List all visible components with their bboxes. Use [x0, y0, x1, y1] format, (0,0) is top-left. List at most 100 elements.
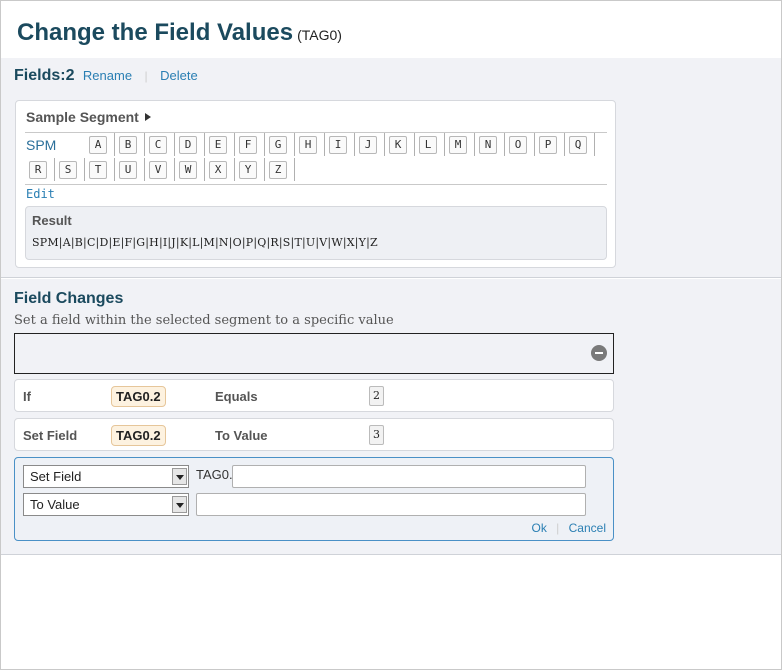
- segment-field-value: P: [539, 136, 557, 154]
- segment-field-key[interactable]: U: [115, 158, 145, 181]
- segment-field-value: V: [149, 161, 167, 179]
- cancel-button[interactable]: Cancel: [569, 521, 606, 535]
- fields-header: Fields:2 Rename | Delete: [14, 67, 198, 85]
- divider: |: [556, 521, 560, 535]
- condition-value: 2: [369, 386, 384, 406]
- caret-right-icon: [144, 113, 151, 121]
- segment-field-key[interactable]: X: [205, 158, 235, 181]
- sample-segment-title: Sample Segment: [26, 109, 139, 125]
- segment-field-key[interactable]: Q: [565, 133, 595, 156]
- segment-field-key[interactable]: H: [295, 133, 325, 156]
- delete-link[interactable]: Delete: [160, 68, 198, 83]
- segment-field-value: U: [119, 161, 137, 179]
- sample-segment-toggle[interactable]: Sample Segment: [26, 109, 151, 125]
- segment-field-key[interactable]: W: [175, 158, 205, 181]
- segment-field-key[interactable]: V: [145, 158, 175, 181]
- result-value: SPM|A|B|C|D|E|F|G|H|I|J|K|L|M|N|O|P|Q|R|…: [32, 236, 378, 249]
- segment-field-key[interactable]: E: [205, 133, 235, 156]
- field-change-editor: Set Field TAG0. To Value Ok | Cancel: [14, 457, 614, 541]
- segment-field-key[interactable]: N: [475, 133, 505, 156]
- segment-field-value: F: [239, 136, 257, 154]
- field-action-select[interactable]: Set Field: [23, 465, 189, 488]
- segment-field-value: R: [29, 161, 47, 179]
- value-input[interactable]: [196, 493, 586, 516]
- field-number-input[interactable]: [232, 465, 586, 488]
- segment-field-key[interactable]: I: [325, 133, 355, 156]
- value-action-select[interactable]: To Value: [23, 493, 189, 516]
- remove-circle-icon[interactable]: [591, 345, 607, 361]
- tag-prefix: TAG0.: [196, 467, 233, 482]
- segment-field-value: S: [59, 161, 77, 179]
- segment-field-key[interactable]: L: [415, 133, 445, 156]
- segment-field-value: H: [299, 136, 317, 154]
- segment-field-value: M: [449, 136, 467, 154]
- fields-count: Fields:2: [14, 67, 75, 84]
- segment-field-key[interactable]: Y: [235, 158, 265, 181]
- segment-field-value: E: [209, 136, 227, 154]
- segment-field-value: N: [479, 136, 497, 154]
- segment-id: SPM: [26, 137, 57, 153]
- field-tag: TAG0.2: [111, 386, 166, 407]
- segment-field-value: C: [149, 136, 167, 154]
- chevron-down-icon[interactable]: [172, 468, 187, 485]
- segment-field-value: Y: [239, 161, 257, 179]
- segment-field-key[interactable]: R: [25, 158, 55, 181]
- segment-field-value: Z: [269, 161, 287, 179]
- segment-field-key[interactable]: B: [115, 133, 145, 156]
- editor-actions: Ok | Cancel: [531, 521, 606, 535]
- result-box: Result SPM|A|B|C|D|E|F|G|H|I|J|K|L|M|N|O…: [25, 206, 607, 260]
- page-subtitle: (TAG0): [297, 27, 342, 43]
- segment-field-key[interactable]: K: [385, 133, 415, 156]
- segment-field-value: B: [119, 136, 137, 154]
- field-action-selected: Set Field: [30, 469, 82, 484]
- segment-field-key[interactable]: G: [265, 133, 295, 156]
- segment-field-value: Q: [569, 136, 587, 154]
- field-changes-title: Field Changes: [14, 290, 124, 307]
- condition-row-set-field[interactable]: Set Field TAG0.2 To Value 3: [14, 418, 614, 451]
- title-bar: Change the Field Values (TAG0): [1, 1, 781, 58]
- operator-label: Equals: [215, 389, 258, 404]
- segment-field-key[interactable]: P: [535, 133, 565, 156]
- segment-field-key[interactable]: J: [355, 133, 385, 156]
- segment-field-value: I: [329, 136, 347, 154]
- segment-field-key[interactable]: D: [175, 133, 205, 156]
- segment-field-key[interactable]: M: [445, 133, 475, 156]
- segment-field-value: J: [359, 136, 377, 154]
- segment-field-value: G: [269, 136, 287, 154]
- edit-link[interactable]: Edit: [26, 187, 55, 201]
- condition-label: Set Field: [23, 428, 78, 443]
- segment-field-key[interactable]: A: [85, 133, 115, 156]
- condition-label: If: [23, 389, 31, 404]
- segment-field-value: K: [389, 136, 407, 154]
- segment-field-key[interactable]: Z: [265, 158, 295, 181]
- segment-field-value: D: [179, 136, 197, 154]
- condition-value: 3: [369, 425, 384, 445]
- segment-field-key[interactable]: S: [55, 158, 85, 181]
- fields-section: Fields:2 Rename | Delete Sample Segment …: [1, 58, 781, 278]
- operator-label: To Value: [215, 428, 268, 443]
- segment-fields-row: SPM ABCDEFGHIJKLMNOPQ RSTUVWXYZ: [16, 133, 616, 183]
- segment-field-value: X: [209, 161, 227, 179]
- field-change-entry[interactable]: [14, 333, 614, 374]
- page-title: Change the Field Values (TAG0): [17, 19, 342, 47]
- segment-field-value: L: [419, 136, 437, 154]
- divider: |: [144, 69, 148, 83]
- segment-field-value: A: [89, 136, 107, 154]
- value-action-selected: To Value: [30, 497, 80, 512]
- condition-row-if[interactable]: If TAG0.2 Equals 2: [14, 379, 614, 412]
- field-changes-description: Set a field within the selected segment …: [14, 313, 394, 328]
- segment-field-value: O: [509, 136, 527, 154]
- rename-link[interactable]: Rename: [83, 68, 132, 83]
- field-changes-section: Field Changes Set a field within the sel…: [1, 279, 781, 555]
- segment-field-key[interactable]: C: [145, 133, 175, 156]
- segment-field-value: W: [179, 161, 197, 179]
- page-title-text: Change the Field Values: [17, 19, 294, 46]
- segment-field-value: T: [89, 161, 107, 179]
- segment-field-key[interactable]: O: [505, 133, 535, 156]
- ok-button[interactable]: Ok: [531, 521, 546, 535]
- result-label: Result: [32, 213, 72, 228]
- field-tag: TAG0.2: [111, 425, 166, 446]
- segment-field-key[interactable]: F: [235, 133, 265, 156]
- chevron-down-icon[interactable]: [172, 496, 187, 513]
- segment-field-key[interactable]: T: [85, 158, 115, 181]
